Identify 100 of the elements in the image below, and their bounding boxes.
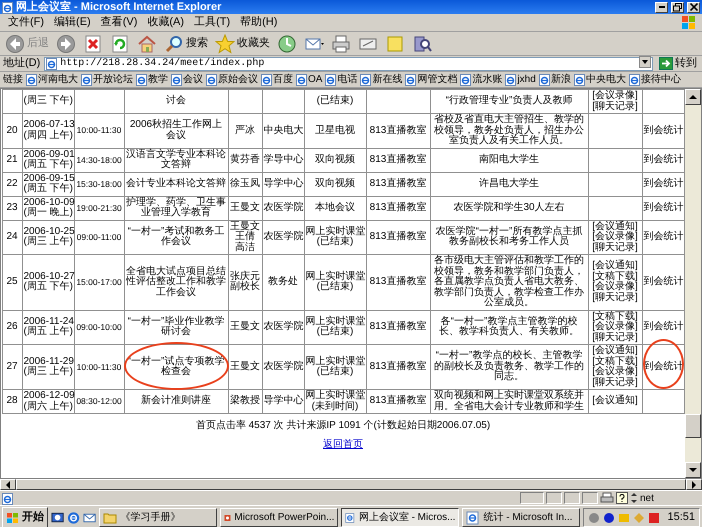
meeting-link[interactable]: [会议录像]: [590, 367, 640, 378]
table-cell: 2006-12-09 (周六 上午): [24, 391, 72, 412]
close-button[interactable]: [687, 2, 700, 12]
table-cell: 农医学院: [264, 362, 302, 372]
link-button[interactable]: OA: [296, 72, 322, 87]
hit-counter-text: 首页点击率 4537 次 共计来源IP 1091 个(计数起始日期2006.07.05): [196, 418, 490, 433]
menu-item[interactable]: 查看(V): [96, 14, 142, 31]
meeting-link[interactable]: [会议通知]: [590, 222, 640, 232]
link-button[interactable]: 开放论坛: [81, 72, 133, 87]
table-cell-text: 26: [5, 322, 19, 332]
menu-item[interactable]: 文件(F): [3, 14, 50, 31]
page-icon: [405, 73, 416, 86]
forward-button[interactable]: [54, 32, 78, 54]
meeting-link[interactable]: [会议通知]: [590, 261, 640, 272]
page-icon: [206, 73, 217, 86]
page-icon: [345, 510, 356, 524]
link-button[interactable]: 百度: [261, 72, 293, 87]
link-button[interactable]: 会议: [171, 72, 203, 87]
table-cell: 15:00-17:00: [76, 278, 122, 287]
meeting-link[interactable]: [会议录像]: [590, 232, 640, 242]
link-button[interactable]: 新浪: [538, 72, 571, 87]
table-cell: 会计专业本科论文答辩: [126, 178, 226, 190]
meeting-link[interactable]: [聊天记录]: [590, 242, 640, 253]
table-cell-text: 南阳电大学生: [478, 154, 540, 166]
links-label: 链接: [3, 72, 23, 87]
status-pane: [520, 492, 544, 504]
meeting-link[interactable]: [会议录像]: [590, 91, 640, 102]
meeting-link[interactable]: [文稿下载]: [590, 356, 640, 367]
link-button[interactable]: jxhd: [505, 72, 536, 87]
page-icon: [136, 73, 147, 86]
minimize-button[interactable]: [655, 2, 668, 12]
table-cell: 全省电大试点项目总结性评估整改工作和教学工作会议: [126, 266, 226, 298]
page-icon: [538, 73, 550, 86]
link-button[interactable]: 河南电大: [26, 72, 78, 87]
up-arrow-icon: [689, 94, 697, 100]
meeting-link[interactable]: [聊天记录]: [590, 378, 640, 388]
table-cell: 08:30-12:00: [76, 397, 122, 406]
attendance-link[interactable]: 到会统计: [644, 277, 682, 288]
table-cell: 农医学院: [264, 232, 302, 242]
table-cell: 黄芬香: [230, 154, 260, 166]
table-cell-text: 813直播教室: [368, 396, 428, 407]
right-arrow-icon: [691, 480, 697, 488]
table-cell-text: 25: [5, 277, 19, 288]
table-cell: 19:00-21:30: [76, 204, 122, 212]
scrollbar-thumb[interactable]: [685, 414, 701, 438]
menu-item[interactable]: 编辑(E): [49, 14, 96, 31]
taskbar-button[interactable]: 统计 - Microsoft In...: [462, 508, 580, 527]
link-button[interactable]: 新在线: [360, 72, 402, 87]
link-button[interactable]: 流水账: [460, 72, 502, 87]
taskbar-button[interactable]: Microsoft PowerPoin...: [220, 508, 338, 527]
link-button[interactable]: 中央电大: [574, 72, 626, 87]
favorites-button[interactable]: 收藏夹: [213, 32, 272, 54]
refresh-icon: [110, 34, 130, 54]
printer-icon: [331, 34, 351, 54]
table-cell-text: 双向视频和网上实时课堂双系统并用。全省电大会计专业教师和学生: [433, 391, 585, 412]
menu-item[interactable]: 工具(T): [189, 14, 236, 31]
down-arrow-icon: [689, 467, 697, 473]
browser-icon[interactable]: [67, 510, 80, 524]
status-pane: [564, 492, 580, 504]
table-cell-text: “行政管理专业”负责人及教师: [444, 96, 574, 107]
back-home-link[interactable]: 返回首页: [323, 437, 363, 452]
table-cell: 2006-09-15 (周五 下午): [24, 174, 72, 194]
go-button[interactable]: 转到: [657, 54, 699, 73]
menu-item[interactable]: 帮助(H): [235, 14, 282, 31]
meeting-link[interactable]: [会议录像]: [590, 322, 640, 332]
table-cell-text: 农医学院和学生30人左右: [452, 202, 566, 214]
table-cell-text: 23: [5, 202, 19, 214]
link-button[interactable]: 网管文档: [405, 72, 458, 87]
meeting-link[interactable]: [聊天记录]: [590, 332, 640, 343]
meeting-link[interactable]: [文稿下载]: [590, 312, 640, 322]
menu-item[interactable]: 收藏(A): [142, 14, 190, 31]
taskbar-button[interactable]: 网上会议室 - Micros...: [341, 508, 460, 527]
taskbar-button[interactable]: 《学习手册》: [99, 508, 218, 527]
desktop-icon[interactable]: [51, 510, 64, 524]
meeting-link[interactable]: [聊天记录]: [590, 102, 640, 112]
scroll-up-button[interactable]: [685, 89, 701, 105]
table-cell-text: 20: [5, 126, 19, 136]
meeting-link[interactable]: [会议通知]: [590, 346, 640, 356]
search-button[interactable]: 搜索: [162, 32, 210, 54]
scrollbar-thumb[interactable]: [16, 479, 686, 490]
link-button[interactable]: 原始会议: [206, 72, 258, 87]
scroll-down-button[interactable]: [685, 462, 701, 478]
table-cell-text: 813直播教室: [368, 362, 428, 372]
scroll-right-button[interactable]: [686, 479, 702, 490]
link-button[interactable]: 电话: [325, 72, 358, 87]
meeting-link[interactable]: [会议录像]: [590, 282, 640, 293]
table-cell-text: 813直播教室: [368, 154, 428, 166]
table-cell-text: “一村一”考试和教务工作会议: [126, 226, 226, 248]
help-icon: [616, 492, 628, 504]
page-icon: [360, 73, 372, 86]
link-button[interactable]: 教学: [136, 72, 168, 87]
table-cell-text: 新会计准则讲座: [140, 396, 212, 407]
start-button[interactable]: 开始: [2, 507, 48, 527]
table-cell: 汉语言文学专业本科论文答辩: [126, 150, 226, 170]
table-cell-text: 813直播教室: [368, 232, 428, 242]
meeting-link[interactable]: [聊天记录]: [590, 292, 640, 304]
link-button[interactable]: 接待中心: [628, 72, 681, 87]
table-cell: 2006-10-09 (周一 晚上): [24, 198, 72, 218]
restore-button[interactable]: [671, 2, 684, 12]
scroll-left-button[interactable]: [0, 479, 16, 490]
